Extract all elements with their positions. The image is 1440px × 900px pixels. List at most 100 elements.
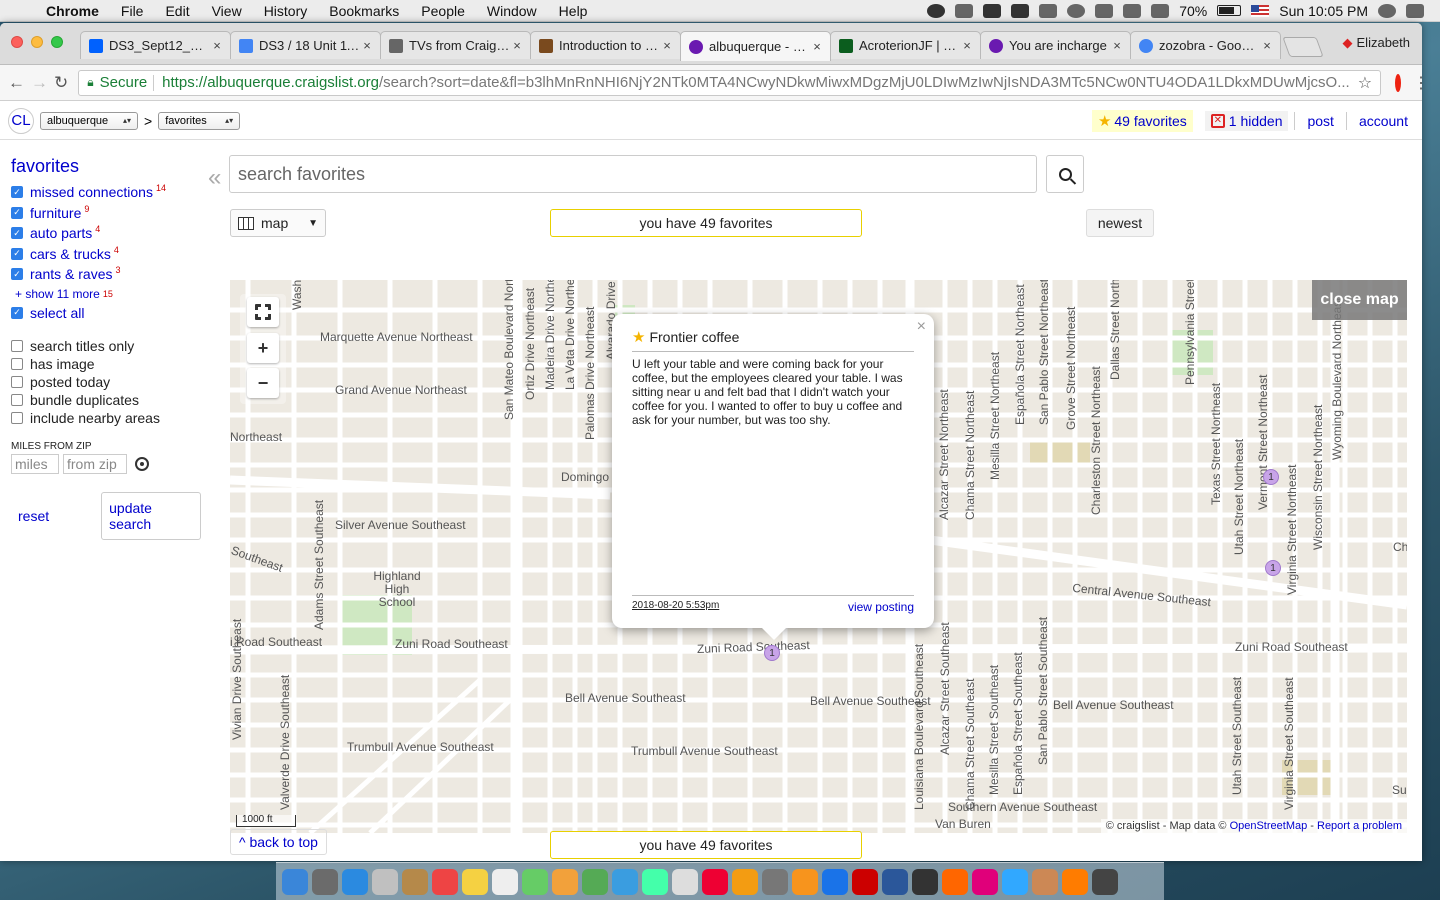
profile-button[interactable]: ◆ Elizabeth bbox=[1343, 35, 1410, 51]
menu-window[interactable]: Window bbox=[476, 3, 548, 19]
browser-tab[interactable]: Introduction to the × bbox=[530, 31, 681, 59]
browser-tab[interactable]: DS3 / 18 Unit 11 - × bbox=[230, 31, 381, 59]
area-select[interactable]: albuquerque ▴▾ bbox=[40, 111, 138, 130]
bluetooth-icon[interactable] bbox=[1095, 3, 1114, 18]
clock[interactable]: Sun 10:05 PM bbox=[1279, 3, 1368, 19]
reminders-icon[interactable] bbox=[492, 868, 518, 895]
menu-view[interactable]: View bbox=[201, 3, 253, 19]
reset-link[interactable]: reset bbox=[18, 508, 49, 524]
browser-menu-icon[interactable]: ⋮ bbox=[1413, 73, 1422, 93]
reload-icon[interactable]: ↻ bbox=[54, 73, 68, 93]
zoom-in-button[interactable]: + bbox=[247, 333, 279, 363]
bookmark-star-icon[interactable]: ☆ bbox=[1358, 73, 1372, 93]
photos-icon[interactable] bbox=[522, 868, 548, 895]
browser-tab[interactable]: AcroterionJF | Typekit× bbox=[830, 31, 981, 59]
safari-icon[interactable] bbox=[342, 868, 368, 895]
airplay-icon[interactable] bbox=[1039, 3, 1058, 18]
photoshop-icon[interactable] bbox=[972, 868, 998, 895]
zoom-window-button[interactable] bbox=[51, 36, 63, 48]
category-checkbox[interactable]: ✓ auto parts 4 bbox=[11, 223, 201, 244]
back-to-top-link[interactable]: ^ back to top bbox=[230, 829, 327, 855]
keynote-icon[interactable] bbox=[642, 868, 668, 895]
opera-icon[interactable] bbox=[912, 868, 938, 895]
map-marker[interactable]: 1 bbox=[1265, 560, 1281, 576]
finder-icon[interactable] bbox=[282, 868, 308, 895]
address-bar[interactable]: 🔒︎ Secure https://albuquerque.craigslist… bbox=[78, 69, 1382, 96]
menu-edit[interactable]: Edit bbox=[154, 3, 200, 19]
search-button[interactable] bbox=[1046, 155, 1084, 193]
app-menu[interactable]: Chrome bbox=[44, 3, 110, 19]
messages-icon[interactable] bbox=[582, 868, 608, 895]
launchpad-icon[interactable] bbox=[312, 868, 338, 895]
openstreetmap-link[interactable]: OpenStreetMap bbox=[1230, 820, 1308, 832]
view-posting-link[interactable]: view posting bbox=[848, 600, 914, 614]
browser-tab[interactable]: DS3_Sept12_2018 × bbox=[80, 31, 231, 59]
star-icon[interactable]: ★ bbox=[632, 328, 645, 346]
dropbox-menu-icon[interactable] bbox=[955, 3, 974, 18]
craigslist-logo[interactable]: CL bbox=[8, 107, 34, 134]
close-tab-icon[interactable]: × bbox=[1260, 38, 1274, 53]
post-link[interactable]: post bbox=[1301, 113, 1339, 129]
volume-icon[interactable] bbox=[1151, 3, 1170, 18]
close-tab-icon[interactable]: × bbox=[510, 38, 524, 53]
category-checkbox[interactable]: ✓ cars & trucks 4 bbox=[11, 244, 201, 265]
notes-app-icon[interactable] bbox=[402, 868, 428, 895]
terminal-icon[interactable] bbox=[1062, 868, 1088, 895]
menu-file[interactable]: File bbox=[110, 3, 155, 19]
browser-tab[interactable]: You are incharge × bbox=[980, 31, 1131, 59]
back-icon[interactable]: ← bbox=[8, 73, 25, 93]
minimize-window-button[interactable] bbox=[31, 36, 43, 48]
wifi-icon[interactable] bbox=[1123, 3, 1142, 18]
fullscreen-button[interactable] bbox=[247, 297, 279, 327]
sort-newest-button[interactable]: newest bbox=[1086, 209, 1154, 237]
creative-cloud-icon[interactable] bbox=[927, 3, 946, 18]
ibooks-icon[interactable] bbox=[702, 868, 728, 895]
hidden-count-link[interactable]: ✕ 1 hidden bbox=[1204, 110, 1289, 131]
close-tab-icon[interactable]: × bbox=[1110, 38, 1124, 53]
zip-input[interactable]: from zip bbox=[63, 454, 127, 474]
menu-help[interactable]: Help bbox=[548, 3, 599, 19]
search-input[interactable]: search favorites bbox=[229, 155, 1037, 193]
favorites-count-link[interactable]: ★ 49 favorites bbox=[1091, 109, 1193, 132]
update-search-button[interactable]: update search bbox=[101, 492, 201, 540]
new-tab-button[interactable] bbox=[1282, 37, 1324, 57]
close-tab-icon[interactable]: × bbox=[810, 39, 824, 54]
menu-history[interactable]: History bbox=[253, 3, 319, 19]
bridge-icon[interactable] bbox=[1002, 868, 1028, 895]
section-select[interactable]: favorites ▴▾ bbox=[158, 111, 241, 130]
trash-icon[interactable] bbox=[1092, 868, 1118, 895]
close-map-button[interactable]: close map bbox=[1312, 280, 1407, 320]
view-mode-select[interactable]: map ▼ bbox=[230, 209, 326, 237]
account-link[interactable]: account bbox=[1353, 113, 1414, 129]
stickies-icon[interactable] bbox=[462, 868, 488, 895]
acrobat-icon[interactable] bbox=[822, 868, 848, 895]
close-popup-icon[interactable]: × bbox=[917, 318, 926, 336]
system-preferences-icon[interactable] bbox=[732, 868, 758, 895]
results-map[interactable]: Marquette Avenue Northeast Grand Avenue N… bbox=[230, 280, 1407, 833]
filter-option-checkbox[interactable]: include nearby areas bbox=[11, 409, 201, 427]
numbers-icon[interactable] bbox=[612, 868, 638, 895]
miles-input[interactable]: miles bbox=[11, 454, 59, 474]
todo-icon[interactable] bbox=[882, 868, 908, 895]
browser-tab[interactable]: TVs from Craigslist × bbox=[380, 31, 531, 59]
close-tab-icon[interactable]: × bbox=[360, 38, 374, 53]
select-all-checkbox[interactable]: ✓ select all bbox=[11, 303, 201, 324]
input-source-flag-icon[interactable] bbox=[1251, 4, 1270, 17]
spotlight-icon[interactable] bbox=[1378, 3, 1396, 18]
browser-tab[interactable]: albuquerque - craigslist× bbox=[680, 31, 831, 61]
battery-icon[interactable] bbox=[1217, 5, 1242, 16]
map-marker[interactable]: 1 bbox=[764, 645, 780, 661]
filter-option-checkbox[interactable]: posted today bbox=[11, 373, 201, 391]
illustrator-icon[interactable] bbox=[1032, 868, 1058, 895]
notes-menu-icon[interactable] bbox=[1011, 3, 1030, 18]
category-checkbox[interactable]: ✓ rants & raves 3 bbox=[11, 264, 201, 285]
close-tab-icon[interactable]: × bbox=[210, 38, 224, 53]
browser-tab[interactable]: zozobra - Google Search× bbox=[1130, 31, 1281, 59]
opera-extension-icon[interactable] bbox=[1395, 73, 1402, 92]
url-text[interactable]: https://albuquerque.craigslist.org/searc… bbox=[162, 74, 1350, 91]
chrome-icon[interactable] bbox=[792, 868, 818, 895]
word-icon[interactable] bbox=[852, 868, 878, 895]
notification-center-icon[interactable] bbox=[1406, 3, 1424, 18]
close-tab-icon[interactable]: × bbox=[660, 38, 674, 53]
close-window-button[interactable] bbox=[11, 36, 23, 48]
